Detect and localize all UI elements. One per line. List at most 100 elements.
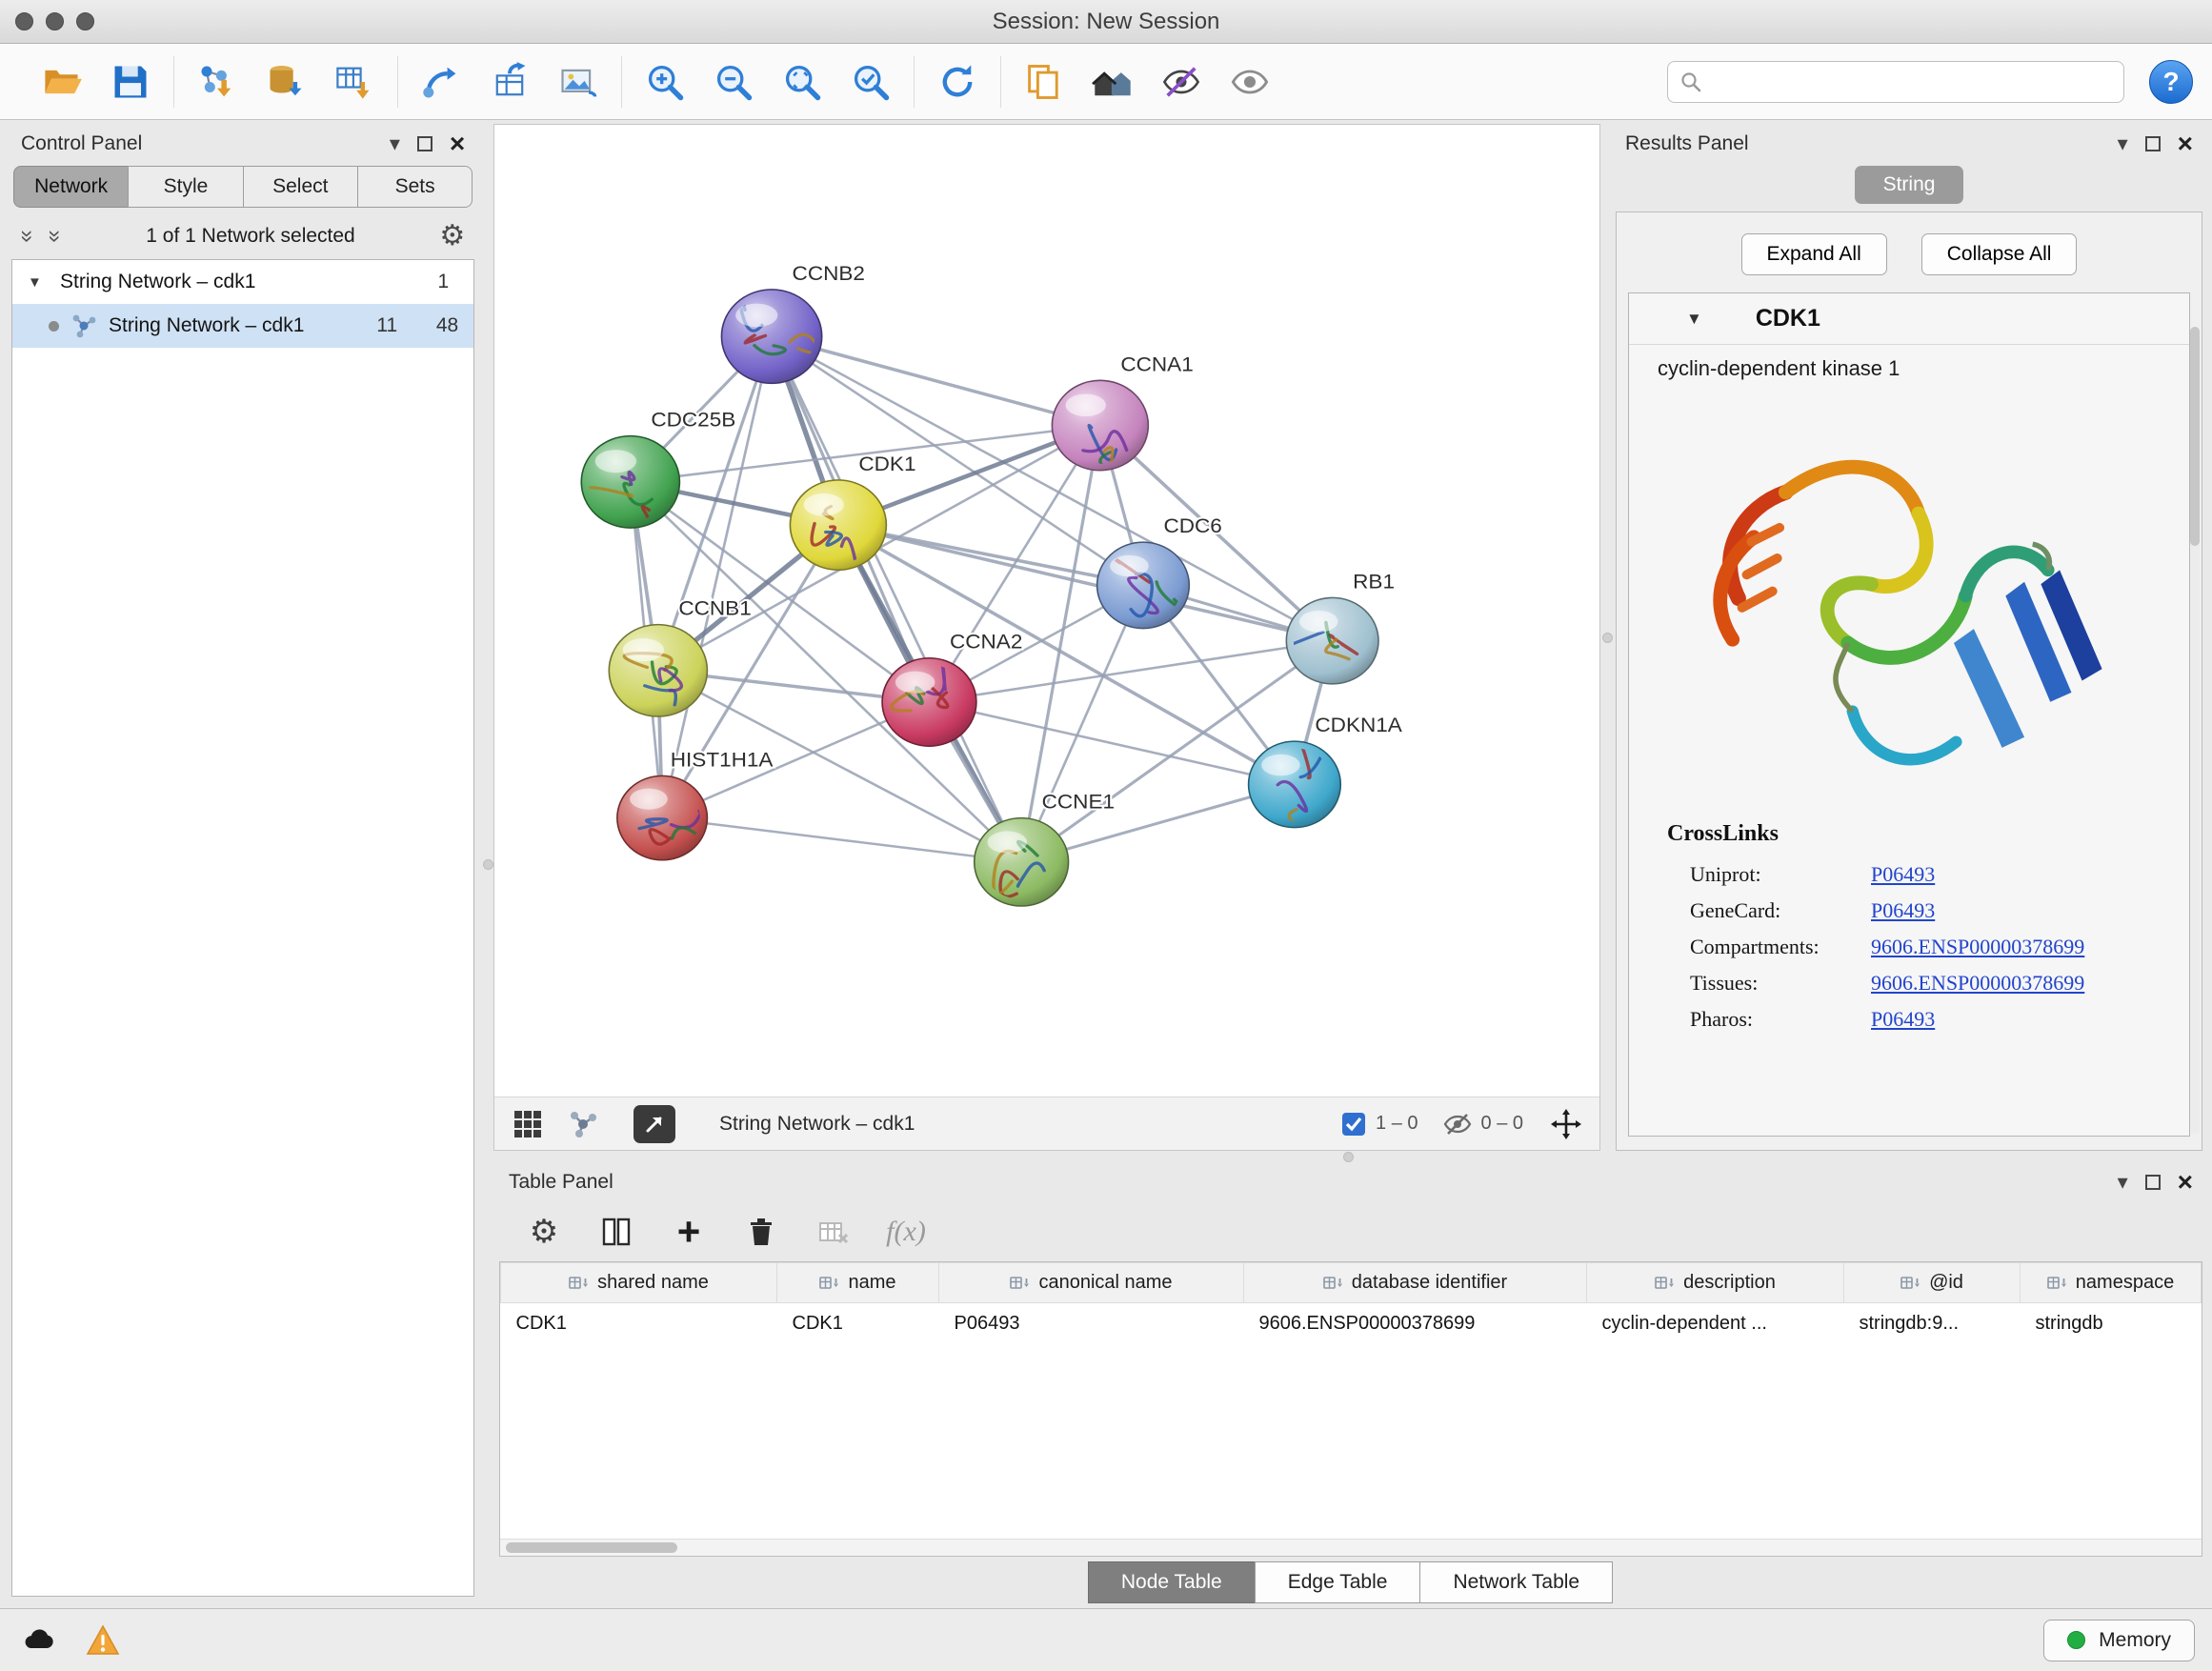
tab-sets[interactable]: Sets xyxy=(357,166,473,208)
delete-table-button[interactable] xyxy=(814,1212,854,1252)
column-header-description[interactable]: description xyxy=(1587,1263,1844,1303)
zoom-selected-button[interactable] xyxy=(847,58,895,106)
import-table-button[interactable] xyxy=(331,58,378,106)
toggle-graphics-details-button[interactable] xyxy=(1157,58,1205,106)
search-input[interactable] xyxy=(1712,70,2112,92)
save-session-button[interactable] xyxy=(107,58,154,106)
memory-button[interactable]: Memory xyxy=(2043,1620,2195,1661)
table-row[interactable]: CDK1CDK1P064939606.ENSP00000378699cyclin… xyxy=(501,1303,2202,1345)
table-cell[interactable]: CDK1 xyxy=(777,1303,939,1345)
network-canvas[interactable]: CCNB2CCNA1CDC25BCDK1CDC6RB1CCNB1CCNA2CDK… xyxy=(494,125,1599,1097)
minimize-window-button[interactable] xyxy=(46,12,64,30)
table-cell[interactable]: 9606.ENSP00000378699 xyxy=(1244,1303,1587,1345)
selection-checkbox-icon[interactable] xyxy=(1341,1112,1366,1137)
crosslink-value[interactable]: P06493 xyxy=(1871,1007,1935,1032)
show-hide-panel-button[interactable] xyxy=(1226,58,1274,106)
create-column-button[interactable]: + xyxy=(669,1212,709,1252)
close-table-icon[interactable]: × xyxy=(2178,1169,2193,1196)
edge-HIST1H1A-CCNE1[interactable] xyxy=(662,818,1021,862)
tab-network[interactable]: Network xyxy=(13,166,129,208)
float-table-icon[interactable]: ▾ xyxy=(2118,1172,2128,1193)
close-results-icon[interactable]: × xyxy=(2178,131,2193,157)
results-panel-splitter[interactable] xyxy=(1600,124,1614,1151)
network-overview-button[interactable] xyxy=(565,1106,601,1142)
maximize-results-icon[interactable] xyxy=(2145,136,2161,151)
collapse-all-button[interactable]: Collapse All xyxy=(1921,233,2078,275)
entry-header[interactable]: ▼ CDK1 xyxy=(1629,293,2189,345)
crosslink-value[interactable]: P06493 xyxy=(1871,862,1935,887)
table-panel-splitter[interactable] xyxy=(493,1151,2202,1162)
crosslink-value[interactable]: 9606.ENSP00000378699 xyxy=(1871,935,2084,959)
tab-select[interactable]: Select xyxy=(243,166,358,208)
float-panel-icon[interactable]: ▾ xyxy=(390,133,400,154)
edge-CCNB2-CCNB1[interactable] xyxy=(658,336,772,671)
table-options-gear-icon[interactable]: ⚙ xyxy=(524,1212,564,1252)
pan-mode-button[interactable] xyxy=(1548,1106,1584,1142)
network-options-gear-icon[interactable]: ⚙ xyxy=(439,222,465,251)
birds-eye-view-button[interactable] xyxy=(510,1106,546,1142)
edge-CDK1-RB1[interactable] xyxy=(838,525,1333,641)
column-header-canonical-name[interactable]: canonical name xyxy=(939,1263,1244,1303)
delete-column-button[interactable] xyxy=(741,1212,781,1252)
zoom-in-button[interactable] xyxy=(641,58,689,106)
node-RB1[interactable]: RB1 xyxy=(1277,570,1395,684)
cloud-services-button[interactable] xyxy=(17,1620,59,1661)
edge-CCNB2-CCNA1[interactable] xyxy=(772,336,1100,425)
zoom-out-button[interactable] xyxy=(710,58,757,106)
maximize-table-icon[interactable] xyxy=(2145,1175,2161,1190)
string-tab[interactable]: String xyxy=(1855,166,1964,204)
neighborhood-button[interactable] xyxy=(1089,58,1136,106)
network-row[interactable]: String Network – cdk1 11 48 xyxy=(12,304,473,348)
detach-view-button[interactable] xyxy=(633,1105,675,1143)
expand-all-networks-icon[interactable]: » xyxy=(42,230,69,242)
node-CCNB2[interactable]: CCNB2 xyxy=(721,261,865,383)
scrollbar-thumb[interactable] xyxy=(506,1542,677,1553)
table-cell[interactable]: stringdb xyxy=(2021,1303,2202,1345)
table-cell[interactable]: P06493 xyxy=(939,1303,1244,1345)
close-panel-icon[interactable]: × xyxy=(450,131,465,157)
node-HIST1H1A[interactable]: HIST1H1A xyxy=(617,748,774,860)
float-results-icon[interactable]: ▾ xyxy=(2118,133,2128,154)
table-cell[interactable]: stringdb:9... xyxy=(1844,1303,2021,1345)
help-button[interactable]: ? xyxy=(2149,60,2193,104)
edge-CCNB2-CCNE1[interactable] xyxy=(772,336,1021,862)
export-image-button[interactable] xyxy=(554,58,602,106)
column-header-name[interactable]: name xyxy=(777,1263,939,1303)
warnings-button[interactable] xyxy=(82,1620,124,1661)
import-network-file-button[interactable] xyxy=(193,58,241,106)
column-header-shared-name[interactable]: shared name xyxy=(501,1263,777,1303)
refresh-view-button[interactable] xyxy=(934,58,981,106)
function-builder-button[interactable]: f(x) xyxy=(886,1212,926,1252)
collapse-all-networks-icon[interactable]: » xyxy=(14,230,41,242)
left-panel-splitter[interactable] xyxy=(482,120,493,1608)
crosslink-value[interactable]: P06493 xyxy=(1871,898,1935,923)
zoom-window-button[interactable] xyxy=(76,12,94,30)
tree-expander-icon[interactable]: ▼ xyxy=(28,274,49,291)
import-network-database-button[interactable] xyxy=(262,58,310,106)
open-session-button[interactable] xyxy=(38,58,86,106)
column-header-namespace[interactable]: namespace xyxy=(2021,1263,2202,1303)
show-columns-button[interactable] xyxy=(596,1212,636,1252)
tab-node-table[interactable]: Node Table xyxy=(1088,1561,1256,1603)
table-horizontal-scrollbar[interactable] xyxy=(500,1539,2202,1556)
expand-all-button[interactable]: Expand All xyxy=(1741,233,1887,275)
hidden-eye-icon[interactable] xyxy=(1443,1112,1472,1137)
table-cell[interactable]: cyclin-dependent ... xyxy=(1587,1303,1844,1345)
search-box[interactable] xyxy=(1667,61,2124,103)
tab-style[interactable]: Style xyxy=(128,166,243,208)
duplicate-document-button[interactable] xyxy=(1020,58,1068,106)
table-cell[interactable]: CDK1 xyxy=(501,1303,777,1345)
results-scrollbar-thumb[interactable] xyxy=(2190,327,2200,546)
close-window-button[interactable] xyxy=(15,12,33,30)
network-collection-row[interactable]: ▼ String Network – cdk1 1 xyxy=(12,260,473,304)
column-header--id[interactable]: @id xyxy=(1844,1263,2021,1303)
maximize-panel-icon[interactable] xyxy=(417,136,432,151)
network-graph[interactable]: CCNB2CCNA1CDC25BCDK1CDC6RB1CCNB1CCNA2CDK… xyxy=(494,125,1599,1097)
crosslink-value[interactable]: 9606.ENSP00000378699 xyxy=(1871,971,2084,996)
node-CCNB1[interactable]: CCNB1 xyxy=(609,596,751,716)
column-header-database-identifier[interactable]: database identifier xyxy=(1244,1263,1587,1303)
collapse-entry-icon[interactable]: ▼ xyxy=(1686,310,1702,329)
clone-network-button[interactable] xyxy=(486,58,533,106)
network-from-selection-button[interactable] xyxy=(417,58,465,106)
results-scrollbar[interactable] xyxy=(2190,327,2200,1135)
